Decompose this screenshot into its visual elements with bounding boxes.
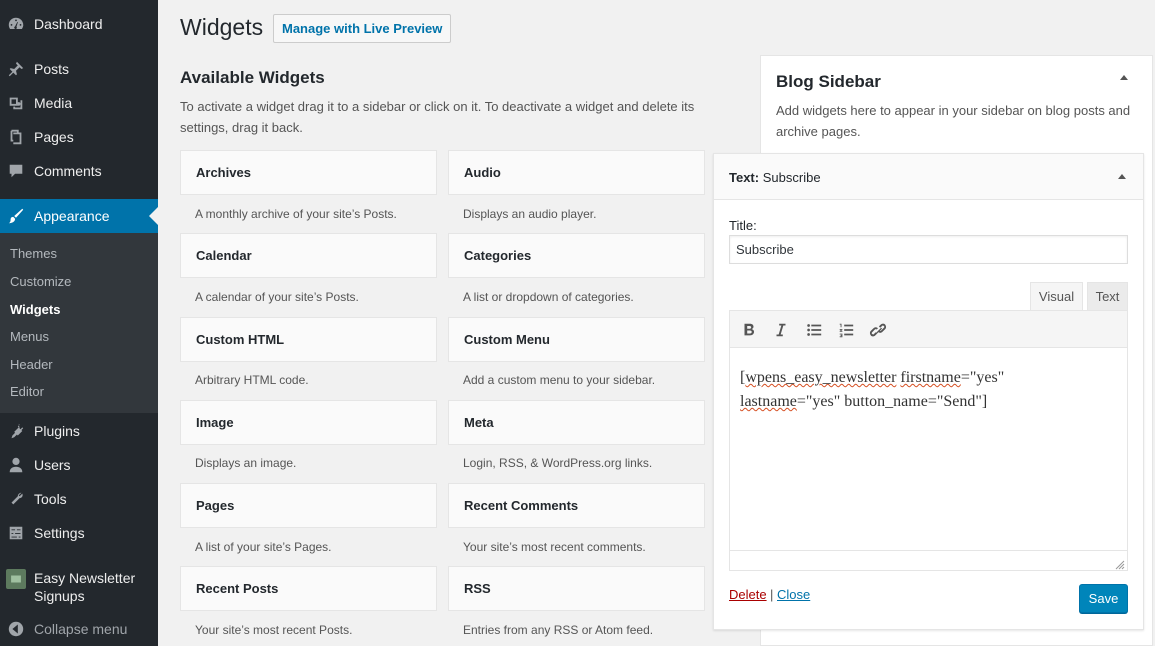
editor-toolbar	[730, 311, 1127, 348]
delete-link[interactable]: Delete	[729, 587, 767, 602]
appearance-submenu: Themes Customize Widgets Menus Header Ed…	[0, 233, 158, 413]
tab-text[interactable]: Text	[1087, 282, 1128, 311]
widget-archives[interactable]: Archives	[180, 150, 437, 195]
blog-sidebar-description: Add widgets here to appear in your sideb…	[776, 103, 1131, 139]
widget-meta[interactable]: Meta	[448, 400, 705, 445]
menu-settings[interactable]: Settings	[0, 516, 158, 550]
widget-categories[interactable]: Categories	[448, 233, 705, 278]
tab-visual[interactable]: Visual	[1030, 282, 1083, 311]
widget-image-desc: Displays an image.	[195, 456, 297, 470]
bulleted-list-icon[interactable]	[803, 319, 825, 341]
menu-users-label: Users	[34, 457, 71, 473]
widget-pages[interactable]: Pages	[180, 483, 437, 528]
plugin-icon	[6, 421, 26, 441]
widget-rss-desc: Entries from any RSS or Atom feed.	[463, 623, 654, 637]
menu-appearance-label: Appearance	[34, 208, 110, 224]
submenu-editor[interactable]: Editor	[10, 384, 44, 399]
menu-easy-newsletter-label: Easy Newsletter Signups	[34, 570, 136, 604]
menu-pages[interactable]: Pages	[0, 120, 158, 154]
widget-meta-desc: Login, RSS, & WordPress.org links.	[463, 456, 653, 470]
menu-pages-label: Pages	[34, 129, 74, 145]
newsletter-plugin-icon	[6, 569, 26, 589]
widget-recent-comments-desc: Your site’s most recent comments.	[463, 540, 646, 554]
editor-statusbar	[730, 550, 1127, 570]
collapse-arrow-icon	[6, 619, 26, 639]
widget-recent-posts[interactable]: Recent Posts	[180, 566, 437, 611]
widget-calendar[interactable]: Calendar	[180, 233, 437, 278]
widget-recent-comments[interactable]: Recent Comments	[448, 483, 705, 528]
submenu-header[interactable]: Header	[10, 357, 53, 372]
widget-audio-desc: Displays an audio player.	[463, 207, 597, 221]
text-widget-header[interactable]: Text: Subscribe	[714, 154, 1143, 200]
title-field-label: Title:	[729, 218, 757, 233]
menu-comments[interactable]: Comments	[0, 154, 158, 188]
blog-sidebar-title[interactable]: Blog Sidebar	[776, 72, 881, 92]
text-editor[interactable]: [wpens_easy_newsletter firstname="yes" la…	[729, 310, 1128, 571]
title-input[interactable]	[729, 235, 1128, 264]
available-widgets-description: To activate a widget drag it to a sideba…	[180, 99, 695, 135]
menu-posts[interactable]: Posts	[0, 52, 158, 86]
save-button[interactable]: Save	[1079, 584, 1128, 613]
widget-custom-html[interactable]: Custom HTML	[180, 317, 437, 362]
menu-posts-label: Posts	[34, 61, 70, 77]
paintbrush-icon	[6, 206, 26, 226]
numbered-list-icon[interactable]	[835, 319, 857, 341]
page-title: Widgets	[180, 14, 264, 40]
settings-sliders-icon	[6, 523, 26, 543]
submenu-themes[interactable]: Themes	[10, 246, 57, 261]
link-separator: |	[770, 587, 774, 602]
menu-media[interactable]: Media	[0, 86, 158, 120]
link-icon[interactable]	[867, 319, 889, 341]
admin-menu: Dashboard Posts Media Pages Comments App…	[0, 0, 158, 646]
widget-calendar-desc: A calendar of your site’s Posts.	[195, 290, 359, 304]
menu-media-label: Media	[34, 95, 73, 111]
available-widgets-title: Available Widgets	[180, 68, 325, 87]
menu-easy-newsletter[interactable]: Easy Newsletter Signups	[0, 569, 158, 613]
submenu-customize[interactable]: Customize	[10, 274, 71, 289]
manage-live-preview-button[interactable]: Manage with Live Preview	[273, 14, 452, 43]
widget-categories-desc: A list or dropdown of categories.	[463, 290, 634, 304]
widget-custom-menu-desc: Add a custom menu to your sidebar.	[463, 373, 656, 387]
widget-recent-posts-desc: Your site’s most recent Posts.	[195, 623, 353, 637]
submenu-menus[interactable]: Menus	[10, 329, 49, 344]
menu-dashboard[interactable]: Dashboard	[0, 7, 158, 41]
widget-archives-desc: A monthly archive of your site’s Posts.	[195, 207, 397, 221]
menu-settings-label: Settings	[34, 525, 85, 541]
collapse-menu[interactable]: Collapse menu	[0, 612, 158, 646]
menu-dashboard-label: Dashboard	[34, 16, 103, 32]
submenu-widgets[interactable]: Widgets	[10, 302, 60, 317]
menu-appearance[interactable]: Appearance	[0, 199, 158, 233]
wrench-icon	[6, 489, 26, 509]
comment-icon	[6, 161, 26, 181]
bold-icon[interactable]	[738, 319, 760, 341]
widget-custom-html-desc: Arbitrary HTML code.	[195, 373, 309, 387]
dashboard-icon	[6, 14, 26, 34]
media-icon	[6, 93, 26, 113]
widget-rss[interactable]: RSS	[448, 566, 705, 611]
user-icon	[6, 455, 26, 475]
sidebar-collapse-arrow-icon[interactable]	[1118, 72, 1130, 84]
menu-users[interactable]: Users	[0, 448, 158, 482]
menu-tools-label: Tools	[34, 491, 67, 507]
collapse-menu-label: Collapse menu	[34, 621, 128, 637]
italic-icon[interactable]	[770, 319, 792, 341]
widget-custom-menu[interactable]: Custom Menu	[448, 317, 705, 362]
widget-collapse-arrow-icon[interactable]	[1116, 171, 1128, 183]
menu-tools[interactable]: Tools	[0, 482, 158, 516]
pushpin-icon	[6, 59, 26, 79]
menu-comments-label: Comments	[34, 163, 102, 179]
close-link[interactable]: Close	[777, 587, 810, 602]
widget-pages-desc: A list of your site’s Pages.	[195, 540, 332, 554]
menu-plugins[interactable]: Plugins	[0, 414, 158, 448]
text-widget-header-label: Text: Subscribe	[729, 170, 821, 185]
pages-icon	[6, 127, 26, 147]
widget-audio[interactable]: Audio	[448, 150, 705, 195]
menu-plugins-label: Plugins	[34, 423, 80, 439]
resize-handle-icon[interactable]	[1115, 558, 1125, 570]
editor-content[interactable]: [wpens_easy_newsletter firstname="yes" la…	[740, 366, 1120, 414]
widget-image[interactable]: Image	[180, 400, 437, 445]
